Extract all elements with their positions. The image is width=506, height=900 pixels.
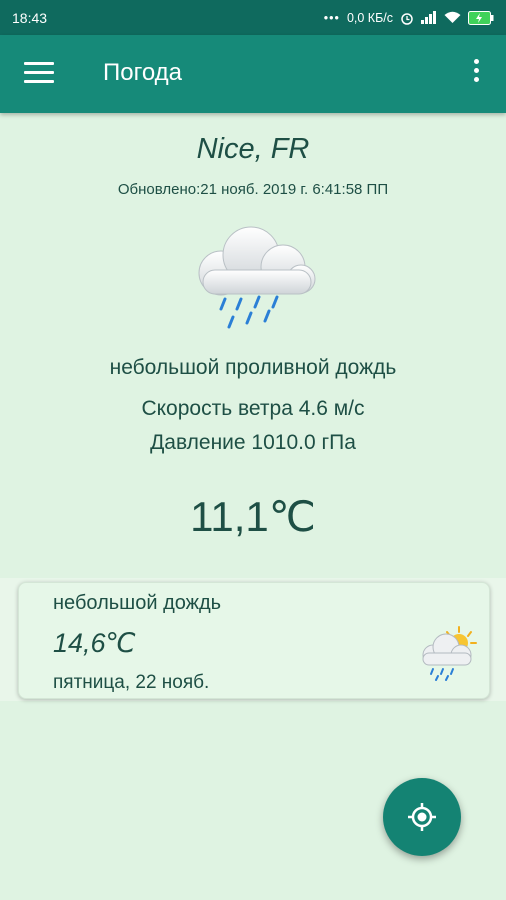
forecast-temperature: 14,6℃ bbox=[53, 628, 136, 658]
forecast-date: пятница, 22 нояб. bbox=[53, 672, 210, 693]
rain-cloud-icon bbox=[0, 225, 506, 340]
wind-speed: Скорость ветра 4.6 м/с bbox=[141, 397, 365, 420]
battery-charging-icon bbox=[468, 10, 494, 25]
forecast-description: небольшой дождь bbox=[53, 592, 222, 614]
status-indicators: ••• 0,0 КБ/с bbox=[323, 10, 494, 25]
app-title: Погода bbox=[103, 59, 182, 86]
alarm-icon bbox=[401, 12, 413, 25]
more-notifications-icon: ••• bbox=[323, 10, 340, 25]
updated-time: Обновлено:21 нояб. 2019 г. 6:41:58 ПП bbox=[117, 181, 389, 198]
signal-icon bbox=[421, 11, 436, 24]
app-bar: Погода bbox=[0, 35, 506, 113]
status-time: 18:43 bbox=[12, 9, 48, 26]
status-bar: 18:43 ••• 0,0 КБ/с bbox=[0, 0, 506, 35]
forecast-card[interactable]: небольшой дождь 14,6℃ пятница, 22 нояб. bbox=[18, 582, 490, 699]
city-name: Nice, FR bbox=[196, 133, 310, 165]
my-location-button[interactable] bbox=[383, 778, 461, 856]
my-location-icon bbox=[408, 803, 436, 831]
net-speed: 0,0 КБ/с bbox=[346, 10, 393, 25]
current-temperature: 11,1℃ bbox=[190, 493, 316, 540]
weather-description: небольшой проливной дождь bbox=[109, 356, 397, 379]
wifi-icon bbox=[444, 11, 461, 23]
pressure: Давление 1010.0 гПа bbox=[150, 431, 356, 454]
sun-cloud-rain-icon bbox=[417, 625, 479, 686]
hamburger-menu-icon[interactable] bbox=[24, 62, 54, 86]
more-vert-icon[interactable] bbox=[470, 59, 482, 89]
